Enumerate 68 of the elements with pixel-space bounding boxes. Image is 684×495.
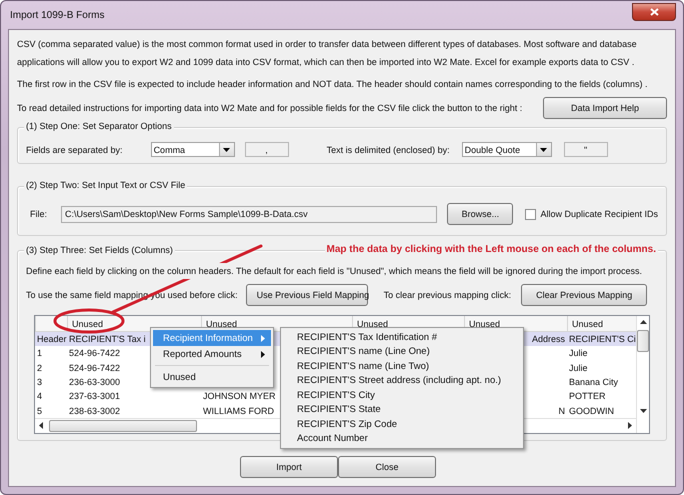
table-cell: Banana City xyxy=(569,376,618,387)
table-cell: 5 xyxy=(37,406,42,416)
menu-item[interactable]: Reported Amounts xyxy=(153,346,271,362)
submenu-arrow-icon xyxy=(261,350,265,358)
separator-dropdown[interactable]: Comma xyxy=(150,142,235,157)
field-label: To clear previous mapping click: xyxy=(384,290,512,300)
table-cell: Julie xyxy=(569,348,588,358)
menu-item[interactable]: RECIPIENT'S State xyxy=(281,402,523,417)
table-cell: 238-63-3002 xyxy=(69,406,120,416)
table-cell: GOODWIN xyxy=(569,406,614,416)
table-cell: 524-96-7422 xyxy=(69,348,120,358)
field-label: File: xyxy=(30,209,48,219)
table-cell: 4 xyxy=(37,391,42,402)
field-label: Text is delimited (enclosed) by: xyxy=(326,144,450,154)
table-cell: RECIPIENT'S Ci xyxy=(569,334,636,344)
table-cell: POTTER xyxy=(569,391,606,402)
clear-mapping-button[interactable]: Clear Previous Mapping xyxy=(521,284,648,306)
submenu-arrow-icon xyxy=(261,334,265,342)
checkbox-label: Allow Duplicate Recipient IDs xyxy=(540,209,658,219)
table-cell: N xyxy=(558,406,565,416)
table-cell: 524-96-7422 xyxy=(69,362,120,373)
table-cell: 3 xyxy=(37,376,42,387)
file-path-field[interactable]: C:\Users\Sam\Desktop\New Forms Sample\1099-B-Data.csv xyxy=(61,206,438,222)
delimiter-char-field[interactable]: " xyxy=(564,142,608,157)
window-title: Import 1099-B Forms xyxy=(9,10,104,20)
table-cell: 236-63-3000 xyxy=(69,376,120,387)
table-cell: JOHNSON MYER xyxy=(203,391,276,402)
table-cell: Header xyxy=(37,334,67,344)
caret-icon xyxy=(223,148,230,152)
description-text: Define each field by clicking on the column headers. The default for each field is "Unused", which means the field will be ignored during the import process. xyxy=(26,263,642,279)
intro-text: The first row in the CSV file is expected to include header information and NOT data. The header should contain names corresponding to the fields (columns) . xyxy=(17,78,649,91)
table-cell: Address xyxy=(532,334,565,344)
menu-item[interactable]: RECIPIENT'S Street address (including apt. no.) xyxy=(281,374,523,388)
scrollbar-thumb[interactable] xyxy=(637,330,650,352)
checkbox[interactable] xyxy=(525,208,536,220)
menu-item[interactable]: RECIPIENT'S Zip Code xyxy=(281,417,523,432)
menu-item[interactable]: RECIPIENT'S name (Line Two) xyxy=(281,359,523,374)
scrollbar-thumb[interactable] xyxy=(49,420,197,432)
group-title: (2) Step Two: Set Input Text or CSV File xyxy=(24,180,188,190)
delimiter-dropdown[interactable]: Double Quote xyxy=(462,142,552,157)
menu-item[interactable]: RECIPIENT'S City xyxy=(281,388,523,402)
menu-item[interactable]: Account Number xyxy=(281,432,523,446)
dialog-button[interactable]: Close xyxy=(338,456,436,478)
field-label: Fields are separated by: xyxy=(26,144,123,154)
intro-text: CSV (comma separated value) is the most common format used in order to transfer data between different types of databases. Most software and database applications will allow you to export W2 and 1099 data into CSV format, which can then be imported into W2 Mate. Excel for example exports data to CSV . xyxy=(17,38,638,69)
caret-icon xyxy=(540,148,548,152)
table-cell: 237-63-3001 xyxy=(69,391,120,402)
group-title: (3) Step Three: Set Fields (Columns) xyxy=(24,244,175,254)
table-cell: 1 xyxy=(37,348,42,358)
separator-char-field[interactable]: , xyxy=(244,142,289,157)
close-button[interactable] xyxy=(632,3,676,21)
table-cell: 2 xyxy=(37,362,42,373)
browse-button[interactable]: Browse... xyxy=(447,203,514,225)
help-prompt: To read detailed instructions for importing data into W2 Mate and for possible fields for the CSV file click the button to the right : xyxy=(17,103,522,113)
group-title: (1) Step One: Set Separator Options xyxy=(24,121,174,131)
table-cell: RECIPIENT'S Tax i xyxy=(69,334,146,344)
annotation-text: Map the data by clicking with the Left mouse on each of the columns. xyxy=(324,244,658,255)
annotation-ellipse xyxy=(54,308,124,334)
table-cell: WILLIAMS FORD xyxy=(203,406,274,416)
close-icon xyxy=(650,8,658,16)
previous-mapping-button[interactable]: Use Previous Field Mapping xyxy=(246,284,368,306)
column-header[interactable]: Unused xyxy=(567,316,636,331)
dialog-button[interactable]: Import xyxy=(240,456,338,478)
menu-item[interactable]: Unused xyxy=(153,369,271,385)
menu-item[interactable]: RECIPIENT'S name (Line One) xyxy=(281,344,523,359)
help-button[interactable]: Data Import Help xyxy=(543,97,667,119)
menu-item[interactable]: RECIPIENT'S Tax Identification # xyxy=(281,330,523,344)
table-cell: Julie xyxy=(569,362,588,373)
